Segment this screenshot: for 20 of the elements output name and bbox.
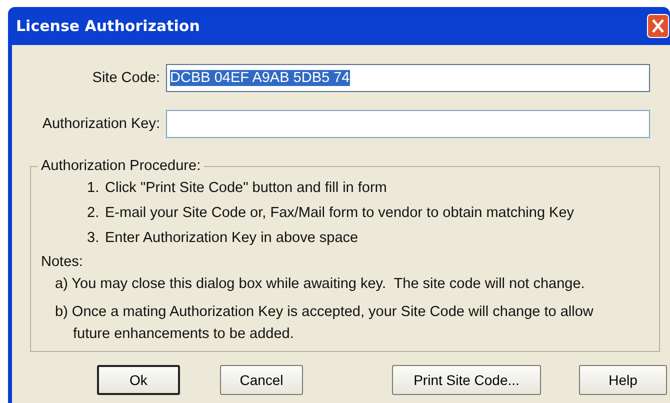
dialog-button[interactable]: Cancel	[220, 365, 303, 395]
group-title: Authorization Procedure:	[40, 157, 202, 176]
input-field[interactable]	[166, 110, 650, 138]
field-label: Authorization Key:	[41, 116, 161, 132]
step-text: Enter Authorization Key in above space	[105, 229, 358, 248]
step-number: 2.	[87, 204, 100, 223]
dialog-button[interactable]: Help	[579, 365, 667, 395]
step-text: Click "Print Site Code" button and fill in form	[105, 179, 387, 198]
step-number: 3.	[87, 229, 100, 248]
notes-heading: Notes:	[41, 253, 84, 272]
window-title: License Authorization	[16, 17, 200, 35]
field-label: Site Code:	[91, 70, 161, 86]
note-text: b) Once a mating Authorization Key is accepted, your Site Code will change to allow future enhancements to be added.	[55, 303, 594, 344]
input-field[interactable]: DCBB 04EF A9AB 5DB5 74	[166, 64, 650, 92]
dialog-button[interactable]: Ok	[97, 365, 180, 395]
close-icon[interactable]	[647, 14, 669, 38]
dialog-button[interactable]: Print Site Code...	[392, 365, 541, 395]
note-text: a) You may close this dialog box while awaiting key. The site code will not change.	[55, 275, 586, 294]
step-number: 1.	[87, 179, 100, 198]
step-text: E-mail your Site Code or, Fax/Mail form to vendor to obtain matching Key	[105, 204, 574, 223]
